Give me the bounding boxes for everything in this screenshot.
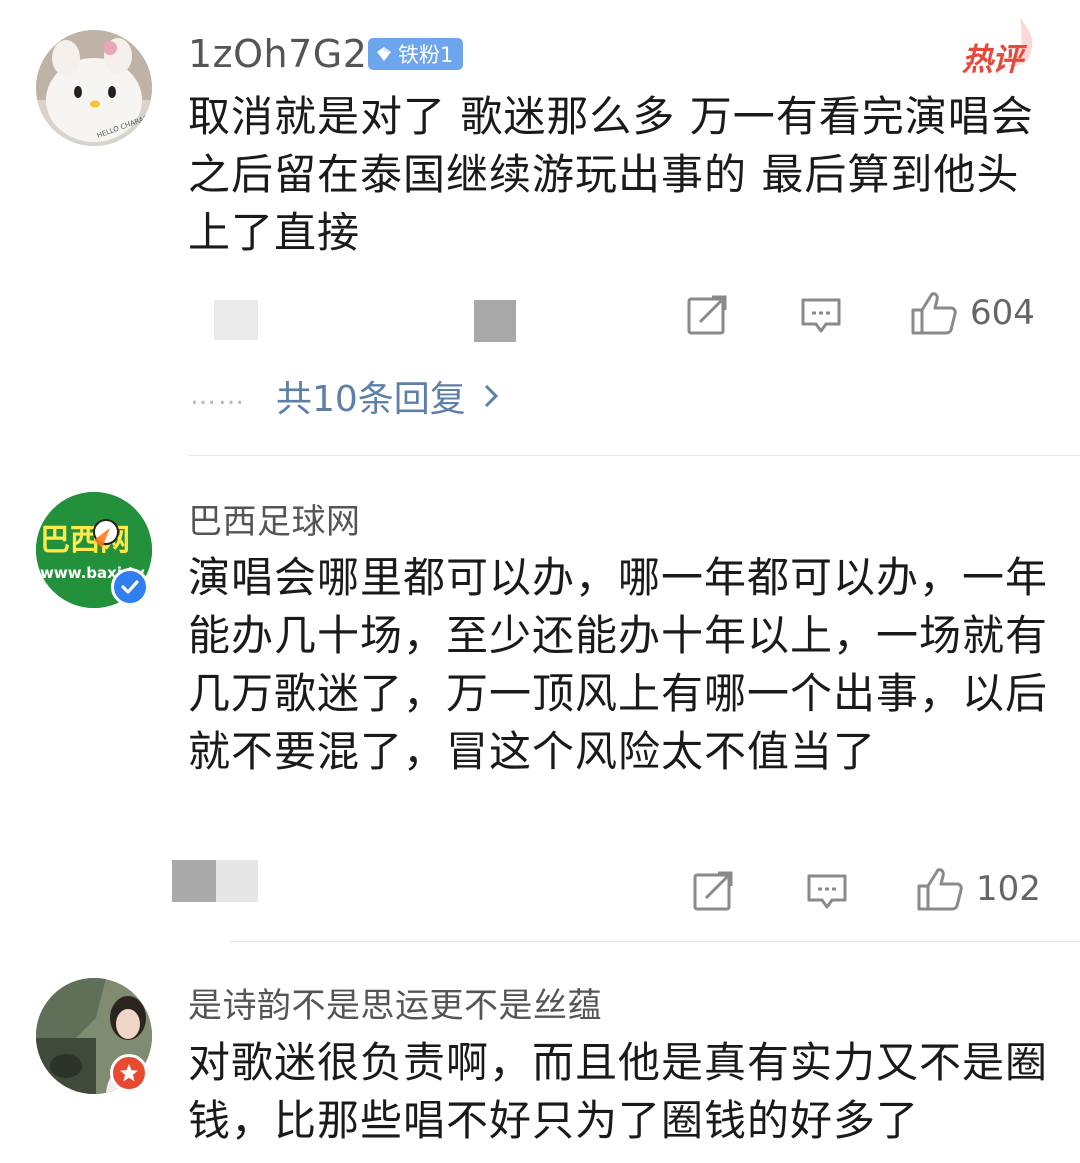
view-replies-link[interactable]: 共10条回复 — [276, 370, 498, 422]
fan-badge-label: 铁粉1 — [398, 43, 454, 67]
blurred-region — [216, 860, 258, 902]
username[interactable]: 是诗韵不是思运更不是丝蕴 — [188, 978, 602, 1027]
comment-divider — [188, 455, 1080, 456]
comment-icon — [807, 874, 847, 909]
comment-button[interactable] — [806, 872, 848, 912]
share-button[interactable] — [692, 870, 734, 912]
fan-level-badge[interactable]: 铁粉1 — [368, 38, 464, 70]
replies-count-label: 共10条回复 — [276, 379, 466, 420]
comment-text[interactable]: 演唱会哪里都可以办，哪一年都可以办，一年能办几十场，至少还能办十年以上，一场就有… — [188, 549, 1058, 781]
share-icon — [687, 295, 727, 335]
reply-dots-decoration: …… — [190, 381, 246, 411]
diamond-icon — [377, 47, 391, 61]
like-button[interactable]: 102 — [916, 866, 1041, 912]
comment-button[interactable] — [800, 296, 842, 336]
hello-kitty-plush-avatar: HELLO CHARACTER — [36, 30, 152, 146]
comment-divider — [230, 941, 1080, 942]
blurred-region — [172, 860, 216, 902]
view-replies-row[interactable]: …… 共10条回复 — [190, 370, 498, 422]
chevron-right-icon — [484, 384, 498, 408]
comment-text[interactable]: 对歌迷很负责啊，而且他是真有实力又不是圈钱，比那些唱不好只为了圈钱的好多了 — [188, 1034, 1058, 1150]
blurred-region — [474, 300, 516, 342]
user-avatar[interactable]: HELLO CHARACTER — [36, 30, 152, 146]
username[interactable]: 1zOh7G2 — [188, 32, 367, 76]
like-count: 604 — [970, 293, 1035, 333]
hot-comment-tag: 热评 — [962, 42, 1023, 78]
like-count: 102 — [976, 869, 1041, 909]
thumbs-up-icon — [911, 292, 957, 335]
blurred-region — [214, 300, 258, 340]
username[interactable]: 巴西足球网 — [188, 494, 361, 543]
like-button[interactable]: 604 — [910, 290, 1035, 336]
red-star-badge-icon — [110, 1054, 148, 1092]
comment-text[interactable]: 取消就是对了 歌迷那么多 万一有看完演唱会之后留在泰国继续游玩出事的 最后算到他… — [188, 88, 1058, 262]
share-icon — [693, 871, 733, 911]
blue-verified-check-icon — [111, 568, 149, 606]
comment-icon — [801, 298, 841, 333]
share-button[interactable] — [686, 294, 728, 336]
thumbs-up-icon — [917, 868, 963, 911]
